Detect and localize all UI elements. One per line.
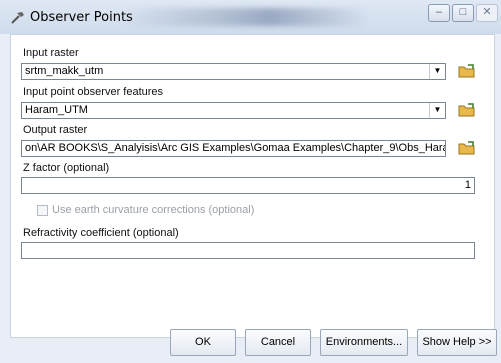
input-raster-dropdown[interactable]: srtm_makk_utm ▼ xyxy=(21,63,446,80)
earth-curvature-checkbox[interactable] xyxy=(37,205,48,216)
maximize-button[interactable]: □ xyxy=(452,4,474,22)
z-factor-input[interactable]: 1 xyxy=(21,177,475,194)
titlebar-blurred-region xyxy=(120,8,370,26)
cancel-button[interactable]: Cancel xyxy=(245,329,311,356)
refractivity-input[interactable] xyxy=(21,242,475,259)
environments-button[interactable]: Environments... xyxy=(320,329,408,356)
minimize-button[interactable]: – xyxy=(428,4,450,22)
output-raster-input[interactable]: on\AR BOOKS\S_Analyisis\Arc GIS Examples… xyxy=(21,140,446,157)
z-factor-label: Z factor (optional) xyxy=(23,162,110,174)
open-folder-icon[interactable] xyxy=(457,139,477,157)
close-button[interactable]: ✕ xyxy=(476,4,498,22)
title-bar[interactable]: Observer Points – □ ✕ xyxy=(0,0,501,34)
open-folder-icon[interactable] xyxy=(457,62,477,80)
observer-points-dialog: Observer Points – □ ✕ Input raster srtm_… xyxy=(0,0,501,363)
earth-curvature-label: Use earth curvature corrections (optiona… xyxy=(52,204,255,216)
window-title: Observer Points xyxy=(30,10,133,25)
output-raster-value: on\AR BOOKS\S_Analyisis\Arc GIS Examples… xyxy=(25,142,446,154)
observer-features-value: Haram_UTM xyxy=(25,104,88,116)
input-raster-value: srtm_makk_utm xyxy=(25,65,104,77)
ok-button[interactable]: OK xyxy=(170,329,236,356)
chevron-down-icon[interactable]: ▼ xyxy=(429,64,445,79)
input-raster-label: Input raster xyxy=(23,47,79,59)
output-raster-label: Output raster xyxy=(23,124,88,136)
observer-features-label: Input point observer features xyxy=(23,86,164,98)
tool-hammer-icon xyxy=(11,12,24,24)
show-help-button[interactable]: Show Help >> xyxy=(417,329,497,356)
refractivity-label: Refractivity coefficient (optional) xyxy=(23,227,179,239)
observer-features-dropdown[interactable]: Haram_UTM ▼ xyxy=(21,102,446,119)
open-folder-icon[interactable] xyxy=(457,101,477,119)
z-factor-value: 1 xyxy=(464,179,471,191)
chevron-down-icon[interactable]: ▼ xyxy=(429,103,445,118)
